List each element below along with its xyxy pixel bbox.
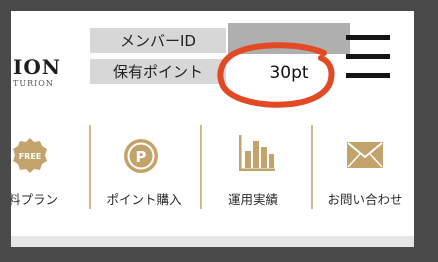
hamburger-line: [346, 73, 390, 78]
nav-divider: [89, 125, 91, 209]
nav-label-point-purchase: ポイント購入: [106, 192, 182, 207]
point-coin-letter: P: [136, 148, 147, 166]
nav-label-plan: 料プラン: [11, 192, 59, 207]
app-screen: ION TURION メンバーID 保有ポイント 30pt FREE 料プラン …: [11, 11, 414, 247]
nav-label-performance: 運用実績: [227, 192, 279, 207]
hamburger-menu-icon[interactable]: [346, 35, 390, 78]
envelope-icon: [347, 142, 383, 168]
member-id-value: [228, 23, 350, 54]
hamburger-line: [346, 54, 390, 59]
point-coin-icon: P: [124, 139, 158, 173]
brand-logo-subtitle: TURION: [13, 79, 54, 88]
member-id-label: メンバーID: [90, 28, 226, 53]
bottom-strip: [11, 236, 414, 247]
bar-chart-icon: [239, 135, 275, 171]
brand-logo[interactable]: ION: [13, 55, 61, 79]
nav-divider: [200, 125, 202, 209]
nav-label-contact: お問い合わせ: [327, 192, 403, 207]
free-badge-icon: FREE: [13, 138, 47, 173]
points-value: 30pt: [269, 62, 309, 83]
points-label: 保有ポイント: [90, 59, 226, 84]
nav-divider: [311, 125, 313, 209]
hamburger-line: [346, 35, 390, 40]
free-badge-text: FREE: [19, 152, 42, 161]
